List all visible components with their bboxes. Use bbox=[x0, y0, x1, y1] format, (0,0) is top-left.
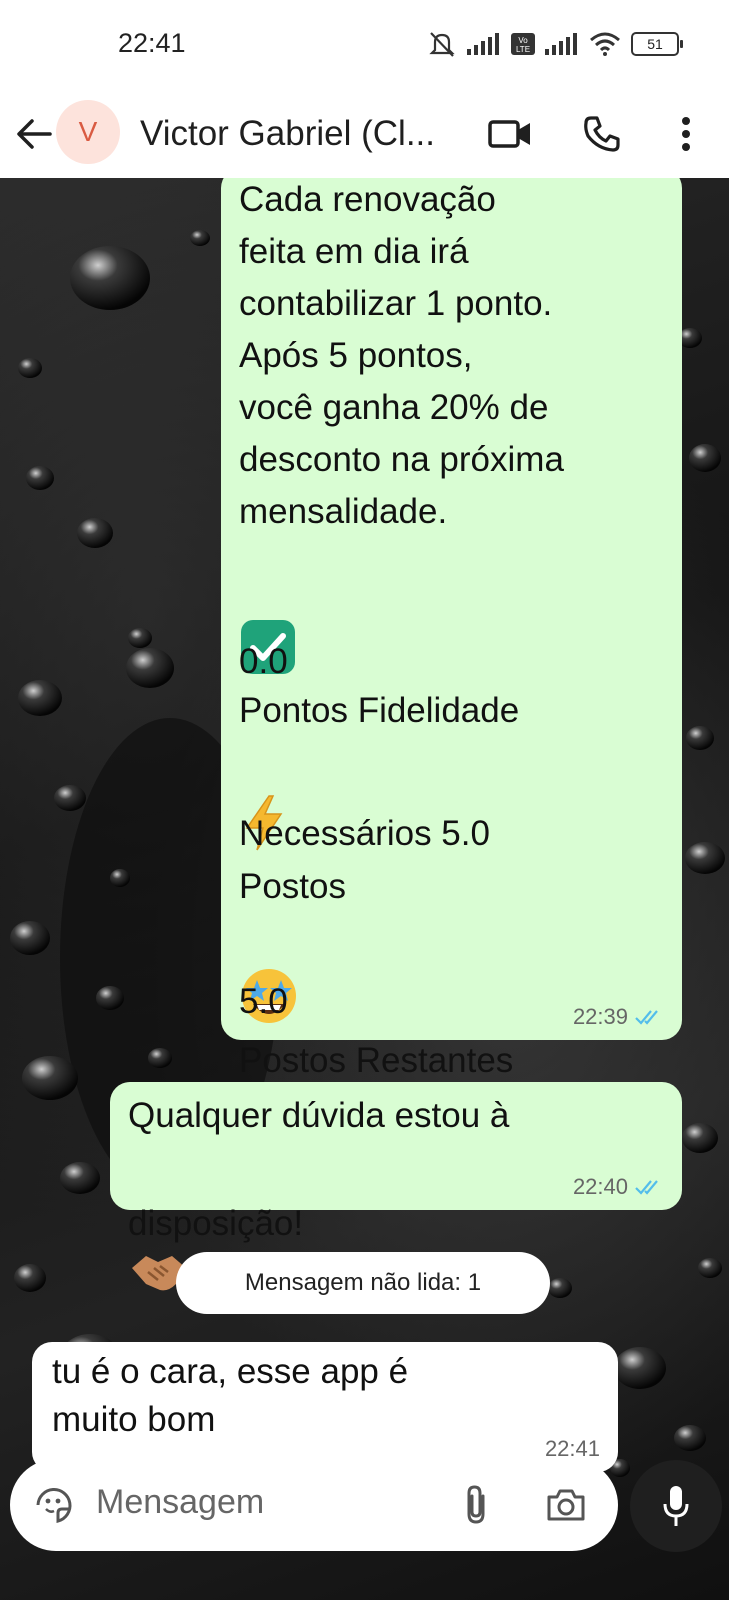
arrow-left-icon bbox=[17, 119, 52, 149]
signal-icon bbox=[467, 33, 499, 55]
message-time: 22:39 bbox=[572, 1004, 628, 1029]
pontos-fidelidade-value: 0.0 bbox=[239, 642, 288, 681]
message-text: Cada renovação feita em dia irá contabil… bbox=[239, 180, 564, 531]
double-check-icon bbox=[635, 1010, 658, 1025]
message-text: tu é o cara, esse app é muito bom bbox=[52, 1352, 409, 1439]
message-text-b: disposição! bbox=[128, 1204, 304, 1243]
back-button[interactable] bbox=[14, 112, 58, 156]
voice-message-button[interactable] bbox=[630, 1460, 722, 1552]
more-options-button[interactable] bbox=[662, 110, 710, 158]
message-bubble-outgoing[interactable]: Qualquer dúvida estou à disposição! 22:4… bbox=[110, 1082, 682, 1291]
silent-icon bbox=[429, 32, 455, 57]
svg-text:Vo: Vo bbox=[518, 36, 528, 45]
status-time: 22:41 bbox=[118, 28, 186, 58]
unread-messages-divider: Mensagem não lida: 1 bbox=[176, 1252, 550, 1314]
chat-header: V Victor Gabriel (Cl... bbox=[0, 90, 729, 178]
message-bubble-incoming[interactable]: tu é o cara, esse app é muito bom 22:41 bbox=[32, 1342, 618, 1472]
status-bar: 22:41 Vo LTE 51 bbox=[0, 0, 729, 90]
message-meta: 22:40 bbox=[573, 1174, 664, 1200]
pontos-fidelidade-label: Pontos Fidelidade bbox=[239, 691, 520, 730]
postos-restantes-value: 5.0 bbox=[239, 982, 288, 1021]
more-vert-icon bbox=[682, 117, 690, 151]
video-call-icon bbox=[488, 120, 530, 148]
message-meta: 22:39 bbox=[573, 1004, 664, 1030]
phone-icon bbox=[584, 116, 620, 152]
video-call-button[interactable] bbox=[486, 110, 534, 158]
svg-text:LTE: LTE bbox=[516, 45, 530, 54]
message-input-bar[interactable]: Mensagem bbox=[10, 1459, 618, 1551]
postos-necessarios-value: Necessários 5.0 bbox=[239, 814, 490, 853]
camera-icon bbox=[547, 1489, 585, 1521]
message-time: 22:40 bbox=[572, 1174, 628, 1199]
postos-restantes-label: Postos Restantes bbox=[239, 1041, 514, 1080]
wifi-icon bbox=[590, 32, 620, 56]
message-bubble-outgoing[interactable]: Cada renovação feita em dia irá contabil… bbox=[221, 178, 682, 1080]
message-input[interactable]: Mensagem bbox=[96, 1483, 264, 1522]
postos-necessarios-a: Postos bbox=[239, 867, 346, 906]
attach-button[interactable] bbox=[454, 1483, 498, 1527]
signal-icon-2 bbox=[545, 33, 577, 55]
status-icons: Vo LTE 51 bbox=[427, 30, 683, 58]
double-check-icon bbox=[635, 1180, 658, 1195]
battery-indicator: 51 bbox=[631, 32, 683, 56]
contact-name[interactable]: Victor Gabriel (Cl... bbox=[140, 114, 435, 154]
sticker-button[interactable] bbox=[32, 1483, 76, 1527]
volte-icon: Vo LTE bbox=[511, 33, 535, 55]
camera-button[interactable] bbox=[544, 1483, 588, 1527]
avatar[interactable]: V bbox=[56, 100, 120, 164]
paperclip-icon bbox=[467, 1485, 485, 1524]
message-text-line-1: Qualquer dúvida estou à bbox=[128, 1096, 510, 1135]
voice-call-button[interactable] bbox=[578, 110, 626, 158]
sticker-icon bbox=[36, 1488, 72, 1523]
chat-area[interactable]: Cada renovação feita em dia irá contabil… bbox=[0, 178, 729, 1600]
microphone-icon bbox=[663, 1486, 689, 1526]
